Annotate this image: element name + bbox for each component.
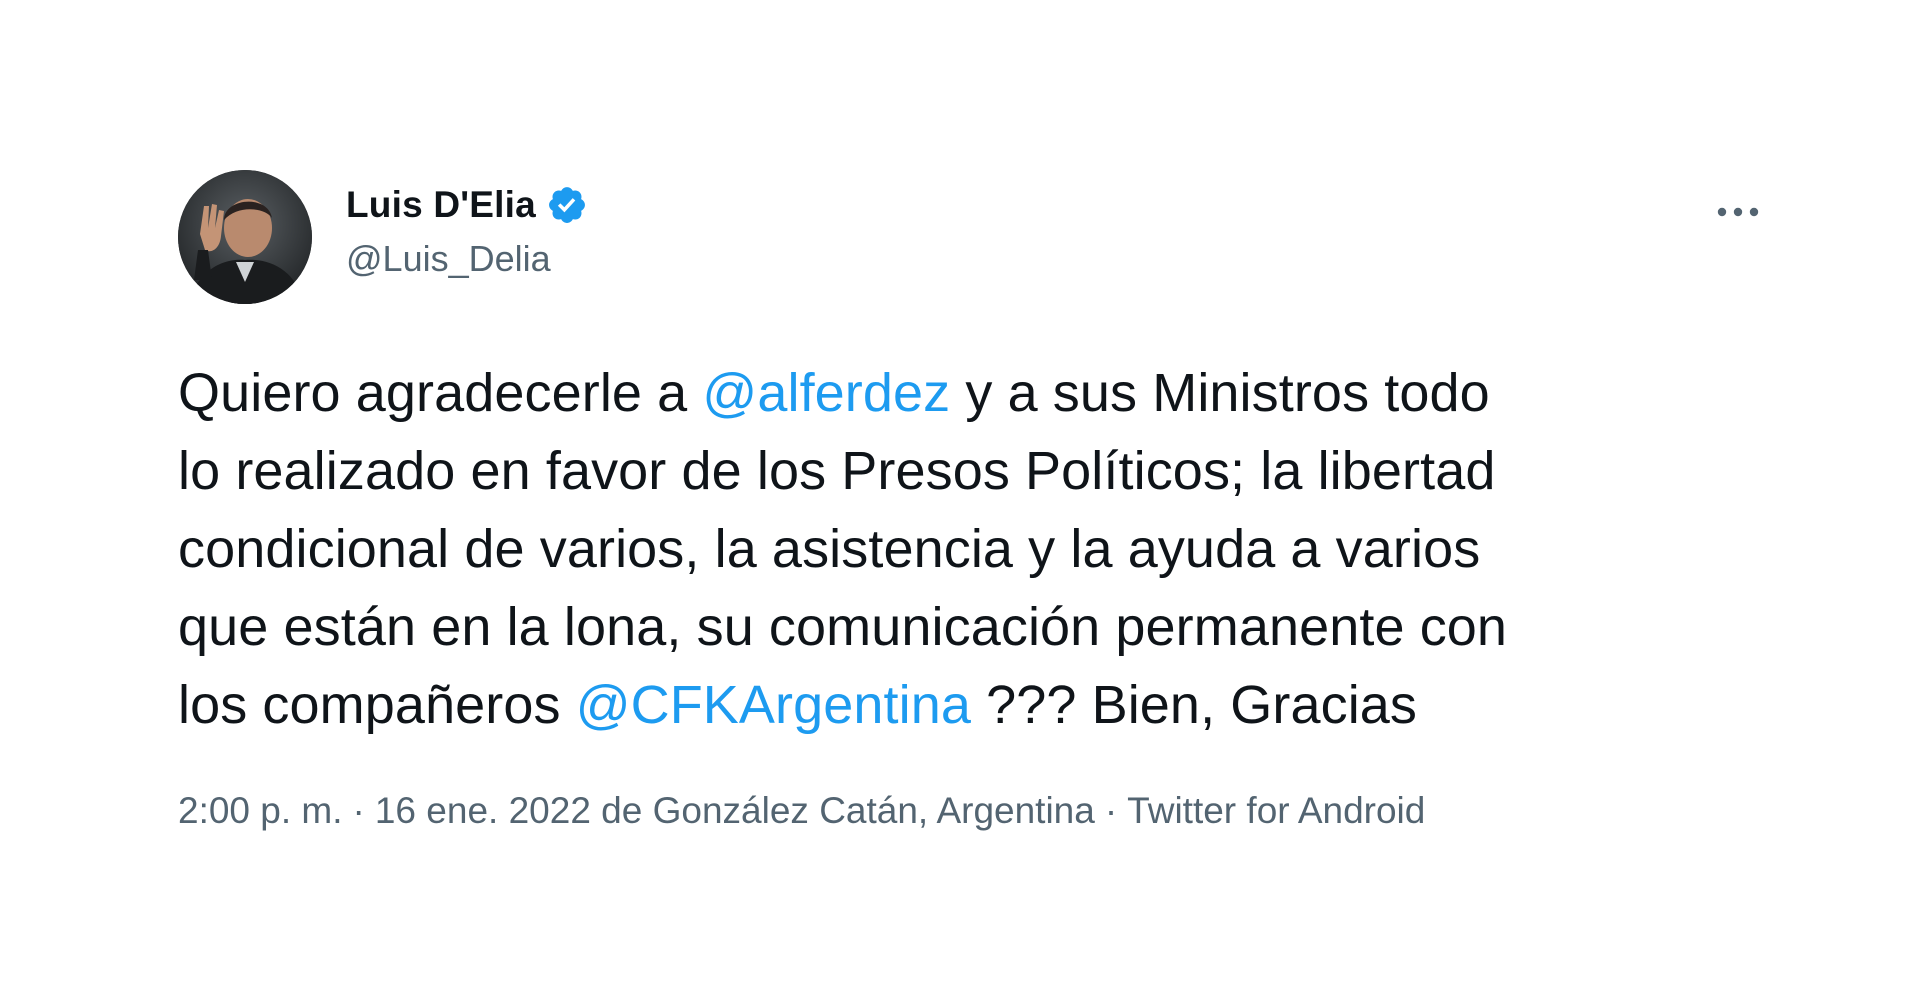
tweet-text-segment: lo realizado en favor de los Presos Polí… <box>178 441 1496 501</box>
meta-separator: · <box>352 790 365 831</box>
tweet-header: Luis D'Elia @Luis_Delia <box>178 168 1778 304</box>
user-block: Luis D'Elia @Luis_Delia <box>346 182 588 280</box>
display-name-row: Luis D'Elia <box>346 182 588 228</box>
tweet-text-line: los compañeros @CFKArgentina ??? Bien, G… <box>178 666 1778 744</box>
tweet-meta: 2:00 p. m. · 16 ene. 2022 de González Ca… <box>178 790 1425 832</box>
tweet-text-segment: Quiero agradecerle a <box>178 363 703 423</box>
user-handle[interactable]: @Luis_Delia <box>346 238 588 280</box>
verified-badge-icon <box>546 184 588 226</box>
tweet-text: Quiero agradecerle a @alferdez y a sus M… <box>178 354 1778 744</box>
tweet-text-line: Quiero agradecerle a @alferdez y a sus M… <box>178 354 1778 432</box>
tweet-text-segment: los compañeros <box>178 675 576 735</box>
tweet-source[interactable]: Twitter for Android <box>1127 790 1425 832</box>
avatar[interactable] <box>178 170 312 304</box>
display-name[interactable]: Luis D'Elia <box>346 184 536 226</box>
tweet-text-segment: ??? Bien, Gracias <box>970 675 1418 735</box>
tweet-card: Luis D'Elia @Luis_Delia Quiero agradecer… <box>178 168 1778 868</box>
tweet-text-line: lo realizado en favor de los Presos Polí… <box>178 432 1778 510</box>
tweet-text-segment: condicional de varios, la asistencia y l… <box>178 519 1481 579</box>
tweet-text-line: que están en la lona, su comunicación pe… <box>178 588 1778 666</box>
tweet-date-location[interactable]: 16 ene. 2022 de González Catán, Argentin… <box>375 790 1095 832</box>
tweet-text-segment: que están en la lona, su comunicación pe… <box>178 597 1508 657</box>
tweet-text-segment: y a sus Ministros todo <box>950 363 1490 423</box>
mention-link[interactable]: @alferdez <box>702 363 950 423</box>
profile-photo <box>178 170 312 304</box>
tweet-time[interactable]: 2:00 p. m. <box>178 790 343 832</box>
more-options-icon <box>1717 207 1759 217</box>
more-options-button[interactable] <box>1714 188 1762 236</box>
meta-separator: · <box>1104 790 1118 831</box>
mention-link[interactable]: @CFKArgentina <box>576 675 971 735</box>
page: Luis D'Elia @Luis_Delia Quiero agradecer… <box>0 0 1920 1003</box>
tweet-text-line: condicional de varios, la asistencia y l… <box>178 510 1778 588</box>
